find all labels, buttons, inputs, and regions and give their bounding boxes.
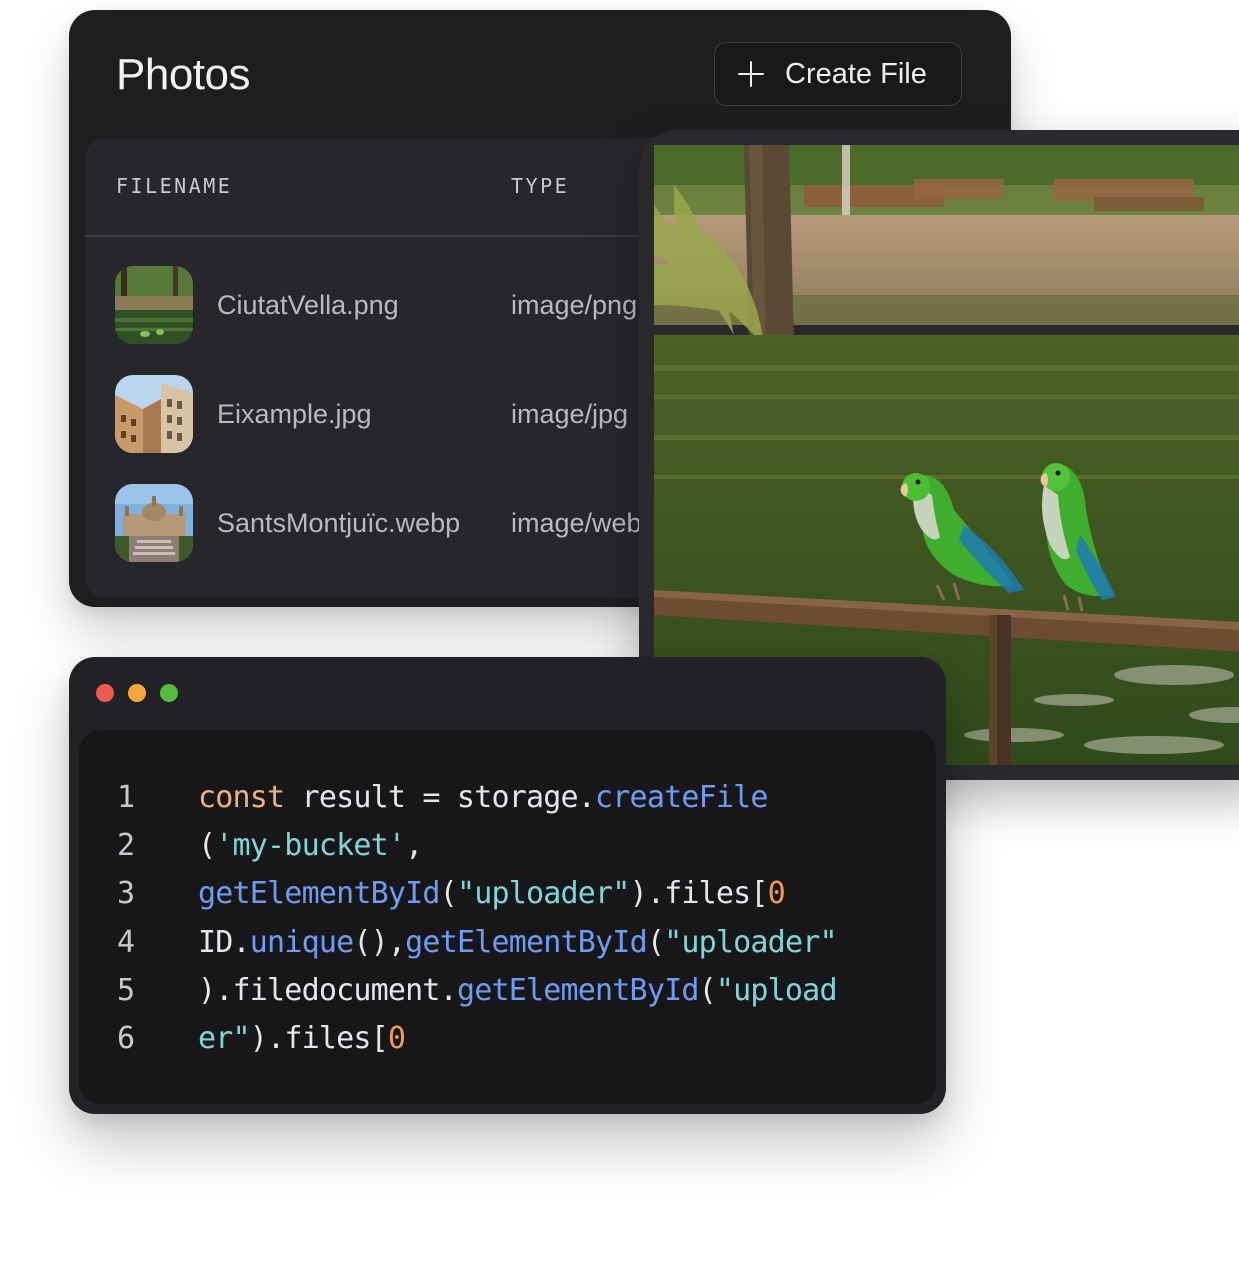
code-token: "uploader" (456, 876, 630, 912)
page-title: Photos (116, 50, 250, 99)
file-type: image/png (511, 290, 638, 320)
palace-thumbnail (115, 484, 193, 562)
code-token: er" (198, 1021, 251, 1056)
create-file-button[interactable]: Create File (714, 42, 962, 106)
file-type: image/webp (511, 508, 657, 538)
code-token: getElementById (456, 972, 699, 1008)
code-text: ).filedocument.getElementById("upload (198, 967, 838, 1015)
building-facade-thumbnail (115, 375, 193, 453)
code-token: createFile (595, 780, 768, 815)
close-window-dot[interactable] (96, 684, 114, 702)
column-header-filename[interactable]: FILENAME (116, 174, 232, 198)
code-token: getElementById (198, 876, 440, 912)
line-number: 6 (117, 1021, 135, 1056)
code-token: (), (353, 924, 406, 960)
code-token: ( (698, 972, 717, 1008)
code-line: 6 er").files[0 (79, 1015, 936, 1063)
column-header-type[interactable]: TYPE (511, 174, 569, 198)
code-token: , (405, 828, 423, 864)
code-token: "upload (715, 972, 838, 1008)
code-line: 4 ID.unique(),getElementById("uploader" (79, 919, 936, 967)
file-name: SantsMontjuïc.webp (217, 508, 461, 538)
code-token: 'my-bucket' (215, 828, 406, 864)
code-text: const result = storage.createFile (198, 774, 768, 822)
file-name: Eixample.jpg (217, 399, 372, 429)
code-token: "uploader" (664, 924, 837, 960)
code-token: ( (646, 924, 665, 960)
code-text: getElementById("uploader").files[0 (198, 870, 786, 918)
code-line: 5 ).filedocument.getElementById("upload (79, 967, 936, 1015)
code-token: 0 (767, 876, 786, 912)
code-token: ID. (198, 924, 251, 960)
code-area[interactable]: 1 const result = storage.createFile 2 ('my-… (79, 730, 936, 1104)
code-token: ( (439, 876, 458, 912)
code-editor-window: 1 const result = storage.createFile 2 ('my-… (69, 657, 946, 1114)
code-token: getElementById (405, 924, 647, 960)
line-number: 2 (117, 828, 135, 864)
file-name: CiutatVella.png (217, 290, 399, 320)
code-token: ( (198, 828, 216, 864)
code-token: ).filedocument. (198, 972, 458, 1008)
code-token: unique (249, 924, 354, 960)
code-token: ).files[ (629, 876, 769, 912)
line-number: 3 (117, 876, 135, 912)
maximize-window-dot[interactable] (160, 684, 178, 702)
code-line: 1 const result = storage.createFile (79, 774, 936, 822)
code-text: ID.unique(),getElementById("uploader" (198, 919, 838, 967)
code-token: ).files[ (249, 1021, 389, 1056)
file-type: image/jpg (511, 399, 629, 429)
code-token: 0 (387, 1021, 406, 1056)
code-line: 3 getElementById("uploader").files[0 (79, 870, 936, 918)
code-token: const (198, 780, 285, 815)
plus-icon (737, 60, 765, 88)
minimize-window-dot[interactable] (128, 684, 146, 702)
park-pond-thumbnail (115, 266, 193, 344)
line-number: 1 (117, 780, 135, 815)
code-line: 2 ('my-bucket', (79, 822, 936, 870)
line-number: 5 (117, 972, 135, 1008)
create-file-label: Create File (785, 57, 927, 90)
line-number: 4 (117, 924, 135, 960)
code-text: ('my-bucket', (198, 822, 423, 870)
code-token: result = storage. (284, 780, 596, 815)
code-text: er").files[0 (198, 1015, 406, 1063)
